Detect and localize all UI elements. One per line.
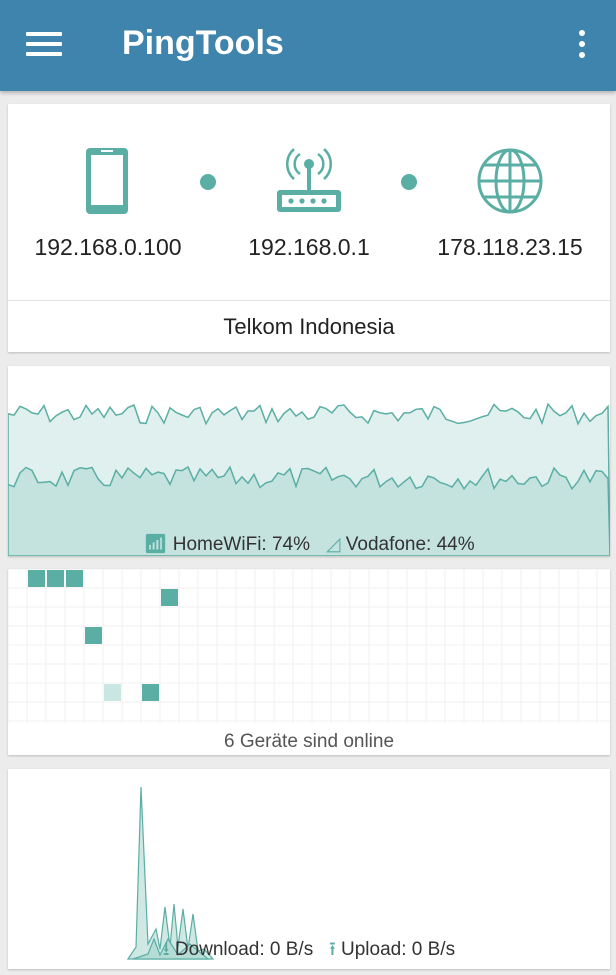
devices-status: 6 Geräte sind online (223, 731, 395, 752)
lan-devices-card[interactable]: 6 Geräte sind online (8, 569, 610, 755)
signal-graph (8, 402, 610, 556)
download-label: Download: 0 B/s (174, 939, 314, 960)
signal-legend: 📶︎ HomeWiFi: 74% ◿ Vodafone: 44% (8, 532, 610, 556)
traffic-card[interactable]: ⭳ Download: 0 B/s ⭱ Upload: 0 B/s (8, 769, 610, 969)
device-grid (8, 569, 610, 723)
connection-dot (200, 174, 216, 190)
phone-icon (86, 148, 128, 214)
connection-dot (401, 174, 417, 190)
device-cell[interactable] (28, 570, 45, 587)
upload-label: Upload: 0 B/s (341, 939, 456, 960)
app-title: PingTools (122, 24, 284, 62)
gateway-ip: 192.168.0.1 (248, 234, 370, 260)
globe-icon (477, 148, 543, 214)
traffic-area (126, 786, 215, 960)
more-vert-icon[interactable] (570, 26, 594, 62)
hamburger-menu-icon[interactable] (26, 30, 62, 58)
cell-label: Vodafone: 44% (345, 534, 475, 555)
cell-signal-icon: ◿ (325, 534, 341, 555)
wifi-label: HomeWiFi: 74% (172, 534, 310, 555)
divider (8, 300, 610, 301)
router-icon (277, 148, 341, 212)
signal-strength-card[interactable]: 📶︎ HomeWiFi: 74% ◿ Vodafone: 44% (8, 366, 610, 556)
isp-name: Telkom Indonesia (223, 314, 395, 339)
device-cell[interactable] (161, 589, 178, 606)
device-cell[interactable] (66, 570, 83, 587)
download-icon: ⭳ (162, 939, 170, 960)
device-cell[interactable] (85, 627, 102, 644)
network-path-card[interactable]: 192.168.0.100 192.168.0.1 178.118.23.15 … (8, 104, 610, 352)
traffic-legend: ⭳ Download: 0 B/s ⭱ Upload: 0 B/s (8, 935, 610, 967)
device-ip: 192.168.0.100 (34, 234, 182, 260)
upload-icon: ⭱ (329, 939, 336, 960)
app-bar: PingTools (0, 0, 616, 91)
device-cell[interactable] (142, 684, 159, 701)
device-cell[interactable] (47, 570, 64, 587)
wifi-icon: 📶︎ (143, 534, 168, 555)
external-ip: 178.118.23.15 (437, 234, 583, 260)
device-cell[interactable] (104, 684, 121, 701)
